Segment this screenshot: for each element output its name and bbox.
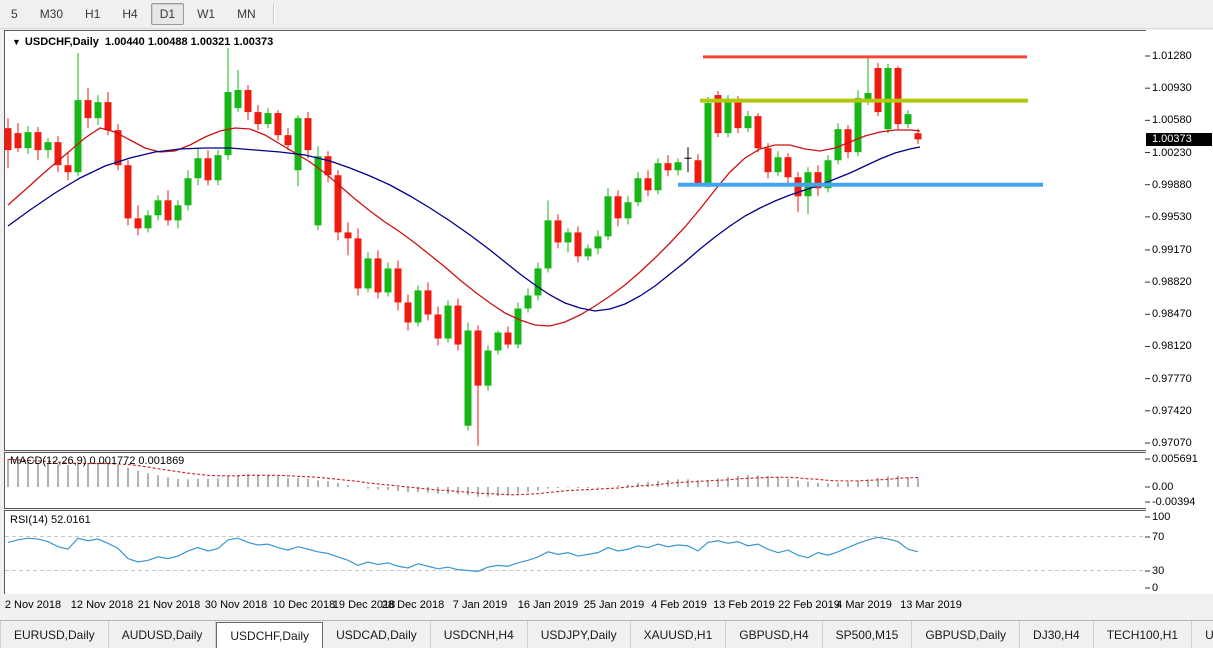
price-tick-label: 0.99880	[1152, 178, 1192, 191]
macd-values: 0.001772 0.001869	[89, 455, 185, 467]
price-tick-label: 0.99530	[1152, 210, 1192, 223]
toolbar-separator	[272, 4, 275, 24]
price-tick-label: 1.00930	[1152, 82, 1192, 95]
tab-usdcad-daily[interactable]: USDCAD,Daily	[323, 621, 431, 648]
tab-dj30-h4[interactable]: DJ30,H4	[1020, 621, 1094, 648]
timeframe-button-mn[interactable]: MN	[228, 3, 265, 25]
tab-usdjpy-daily[interactable]: USDJPY,Daily	[528, 621, 631, 648]
rsi-axis-label: 100	[1152, 511, 1171, 523]
rsi-indicator-label: RSI(14) 52.0161	[10, 514, 91, 526]
rsi-name: RSI(14)	[10, 514, 48, 526]
date-label: 28 Dec 2018	[381, 599, 445, 611]
date-label: 4 Mar 2019	[836, 599, 892, 611]
rsi-panel[interactable]	[4, 510, 1147, 596]
price-tick-label: 0.98470	[1152, 308, 1192, 321]
price-tick-label: 0.97770	[1152, 372, 1192, 385]
current-price-badge: 1.00373	[1146, 132, 1212, 146]
tab-xauusd-h1[interactable]: XAUUSD,H1	[631, 621, 727, 648]
tab-gbpusd-h4[interactable]: GBPUSD,H4	[726, 621, 823, 648]
price-tick-label: 0.99170	[1152, 243, 1192, 256]
macd-indicator-label: MACD(12,26,9) 0.001772 0.001869	[10, 455, 184, 467]
date-label: 10 Dec 2018	[272, 599, 336, 611]
date-label: 2 Nov 2018	[4, 599, 62, 611]
date-label: 13 Mar 2019	[900, 599, 962, 611]
price-tick-label: 0.97070	[1152, 437, 1192, 449]
date-label: 25 Jan 2019	[583, 599, 645, 611]
tab-usdcnh-h4[interactable]: USDCNH,H4	[431, 621, 528, 648]
date-label: 30 Nov 2018	[204, 599, 268, 611]
price-tick-label: 1.00580	[1152, 114, 1192, 127]
timeframe-toolbar: 5 M30 H1 H4 D1 W1 MN	[0, 0, 1213, 29]
tab-gbpusd-daily[interactable]: GBPUSD,Daily	[912, 621, 1021, 648]
tab-eurusd-daily[interactable]: EURUSD,Daily	[1, 621, 109, 648]
timeframe-button-h1[interactable]: H1	[76, 3, 109, 25]
chart-dropdown-icon[interactable]: ▼	[12, 37, 21, 47]
chart-tab-bar: EURUSD,Daily AUDUSD,Daily USDCHF,Daily USDC…	[0, 620, 1213, 648]
chart-title: ▼ USDCHF,Daily 1.00440 1.00488 1.00321 1.…	[12, 36, 273, 48]
date-label: 21 Nov 2018	[137, 599, 201, 611]
rsi-axis-label: 70	[1152, 531, 1165, 543]
tab-audusd-daily[interactable]: AUDUSD,Daily	[109, 621, 217, 648]
macd-name: MACD(12,26,9)	[10, 455, 87, 467]
timeframe-button-d1[interactable]: D1	[150, 3, 185, 25]
tab-sp500-m15[interactable]: SP500,M15	[823, 621, 913, 648]
chart-symbol: USDCHF,Daily	[24, 36, 99, 48]
timeframe-button-w1[interactable]: W1	[188, 3, 224, 25]
tab-tech100-h1[interactable]: TECH100,H1	[1094, 621, 1193, 648]
macd-axis-label: -0.00394	[1152, 496, 1196, 508]
tab-usdchf-daily[interactable]: USDCHF,Daily	[216, 622, 324, 648]
date-label: 12 Nov 2018	[70, 599, 134, 611]
macd-axis-label: 0.005691	[1152, 453, 1198, 465]
date-label: 16 Jan 2019	[517, 599, 579, 611]
timeframe-button-h4[interactable]: H4	[113, 3, 146, 25]
timeframe-button-m30[interactable]: M30	[31, 3, 72, 25]
timeframe-button-5[interactable]: 5	[2, 3, 27, 25]
rsi-axis-label: 30	[1152, 565, 1165, 577]
date-label: 22 Feb 2019	[778, 599, 840, 611]
rsi-value: 52.0161	[50, 514, 91, 526]
price-tick-label: 1.01280	[1152, 50, 1192, 62]
price-tick-label: 0.98120	[1152, 340, 1192, 353]
date-axis[interactable]: 2 Nov 2018 12 Nov 2018 21 Nov 2018 30 Nov 2…	[0, 594, 1213, 618]
date-label: 7 Jan 2019	[452, 599, 508, 611]
price-tick-label: 0.97420	[1152, 404, 1192, 417]
price-tick-label: 0.98820	[1152, 276, 1192, 289]
chart-ohlc-values: 1.00440 1.00488 1.00321 1.00373	[105, 36, 274, 48]
macd-axis-label: 0.00	[1152, 481, 1174, 493]
tab-ukc[interactable]: UKC	[1192, 621, 1213, 648]
rsi-axis-label: 0	[1152, 582, 1159, 594]
date-label: 4 Feb 2019	[651, 599, 707, 611]
price-tick-label: 1.00230	[1152, 146, 1192, 159]
date-label: 13 Feb 2019	[713, 599, 775, 611]
main-chart-panel[interactable]	[4, 30, 1147, 451]
